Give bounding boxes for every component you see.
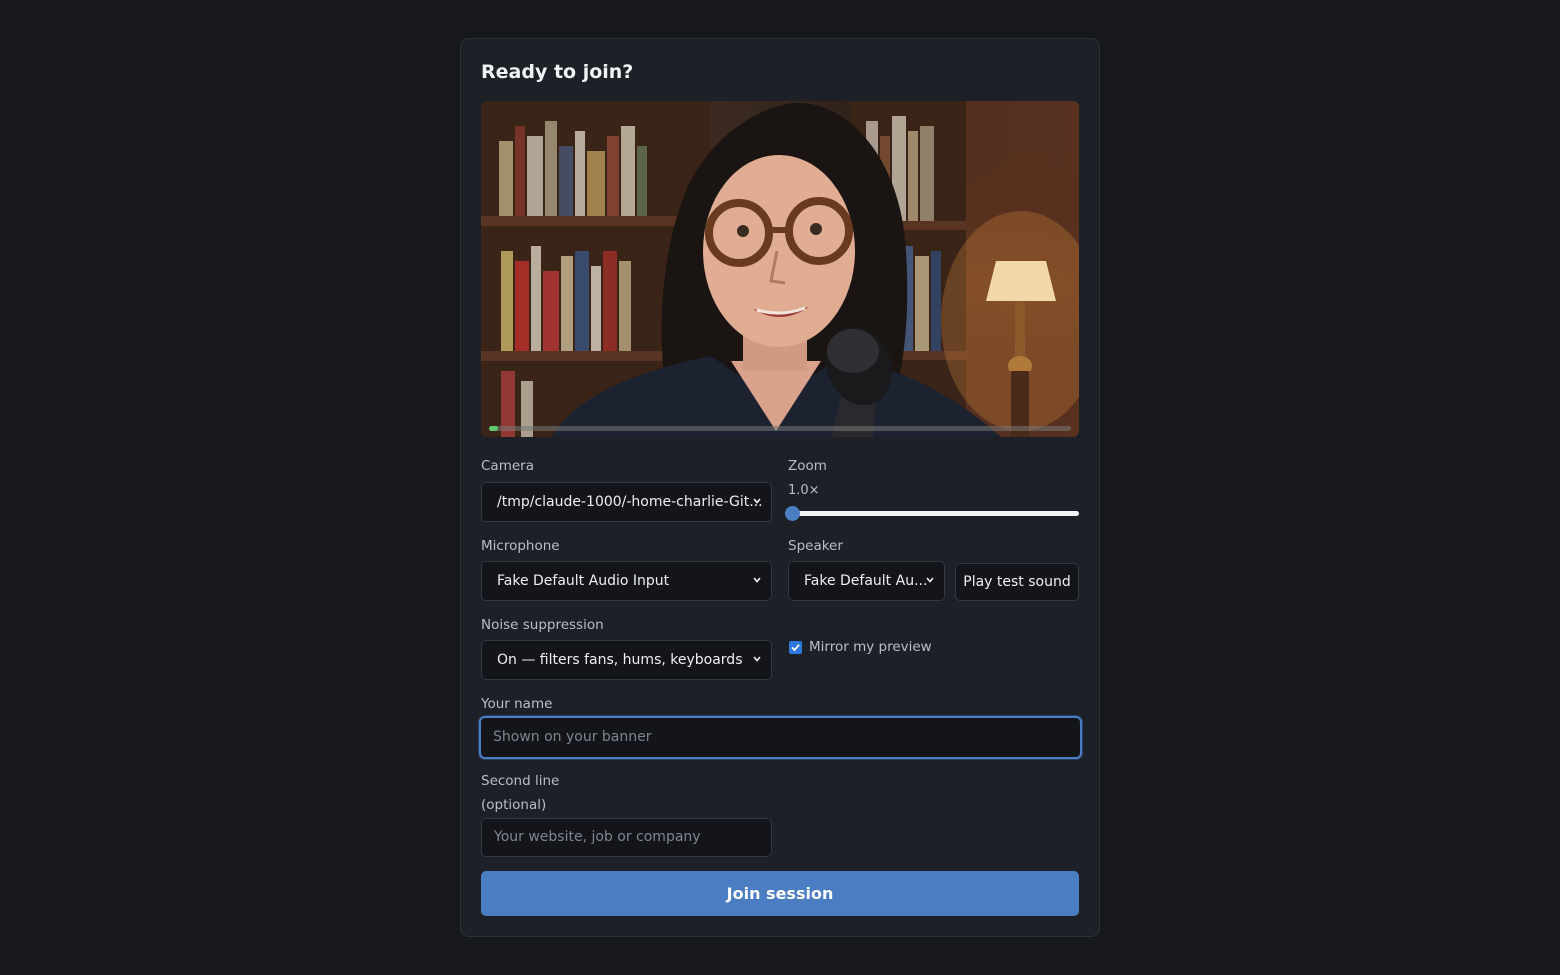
second-line-optional-label: (optional) [481, 797, 547, 813]
camera-preview-image [481, 101, 1079, 437]
mic-level-meter [489, 426, 1071, 431]
zoom-label: Zoom [788, 458, 827, 474]
your-name-input[interactable]: Shown on your banner [479, 716, 1082, 759]
noise-suppression-select[interactable]: On — filters fans, hums, keyboards [481, 640, 772, 680]
chevron-down-icon [926, 577, 934, 583]
mirror-preview-label[interactable]: Mirror my preview [809, 639, 932, 655]
prejoin-card: Ready to join? Camera /tmp/claude-1000/-… [460, 38, 1100, 937]
your-name-placeholder: Shown on your banner [493, 729, 652, 745]
mirror-preview-checkbox[interactable] [789, 641, 802, 654]
speaker-select[interactable]: Fake Default Au... [788, 561, 945, 601]
zoom-slider-thumb[interactable] [785, 506, 800, 521]
microphone-select[interactable]: Fake Default Audio Input [481, 561, 772, 601]
camera-label: Camera [481, 458, 534, 474]
microphone-select-value: Fake Default Audio Input [497, 573, 670, 589]
camera-select[interactable]: /tmp/claude-1000/-home-charlie-Git... [481, 482, 772, 522]
noise-suppression-label: Noise suppression [481, 617, 604, 633]
zoom-value: 1.0× [788, 483, 820, 498]
chevron-down-icon [753, 577, 761, 583]
join-session-button[interactable]: Join session [481, 871, 1079, 916]
mic-level-fill [489, 426, 498, 431]
zoom-slider[interactable] [785, 506, 1079, 521]
noise-suppression-value: On — filters fans, hums, keyboards [497, 652, 743, 668]
microphone-label: Microphone [481, 538, 560, 554]
chevron-down-icon [753, 656, 761, 662]
page-title: Ready to join? [481, 61, 634, 83]
your-name-label: Your name [481, 696, 553, 712]
camera-select-value: /tmp/claude-1000/-home-charlie-Git... [497, 494, 763, 510]
play-test-sound-button[interactable]: Play test sound [955, 563, 1079, 601]
checkmark-icon [791, 644, 800, 652]
chevron-down-icon [753, 498, 761, 504]
second-line-label: Second line [481, 773, 560, 789]
second-line-placeholder: Your website, job or company [494, 829, 701, 845]
speaker-label: Speaker [788, 538, 843, 554]
speaker-select-value: Fake Default Au... [804, 573, 928, 589]
camera-preview [481, 101, 1079, 437]
second-line-input[interactable]: Your website, job or company [481, 818, 772, 857]
